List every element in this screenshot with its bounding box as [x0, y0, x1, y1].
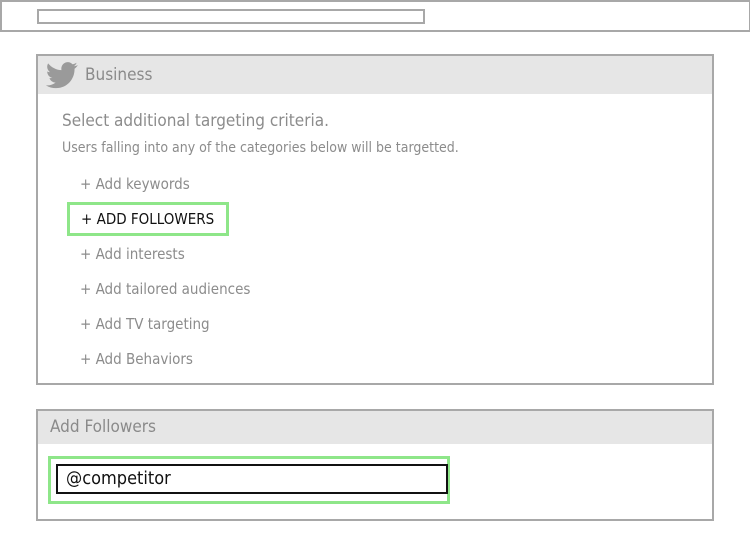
business-panel-title: Business [85, 65, 153, 85]
add-followers-panel-header: Add Followers [38, 411, 712, 444]
add-keywords-link[interactable]: + Add keywords [80, 175, 190, 193]
add-tailored-audiences-link[interactable]: + Add tailored audiences [80, 280, 250, 298]
follower-handle-input[interactable]: @competitor [56, 464, 448, 494]
add-tv-targeting-link[interactable]: + Add TV targeting [80, 315, 210, 333]
top-search-input[interactable] [37, 9, 425, 24]
add-followers-panel: Add Followers @competitor [36, 409, 714, 521]
add-followers-link[interactable]: + ADD FOLLOWERS [67, 202, 230, 236]
add-interests-link[interactable]: + Add interests [80, 245, 185, 263]
business-panel-header: Business [38, 56, 712, 94]
add-behaviors-link[interactable]: + Add Behaviors [80, 350, 193, 368]
twitter-bird-icon [46, 62, 78, 89]
business-panel: Business Select additional targeting cri… [36, 54, 714, 385]
targeting-subtext: Users falling into any of the categories… [62, 140, 459, 156]
follower-input-highlight: @competitor [48, 456, 450, 504]
top-bar [0, 0, 750, 32]
targeting-intro: Select additional targeting criteria. [62, 111, 329, 131]
add-followers-panel-title: Add Followers [50, 417, 157, 437]
